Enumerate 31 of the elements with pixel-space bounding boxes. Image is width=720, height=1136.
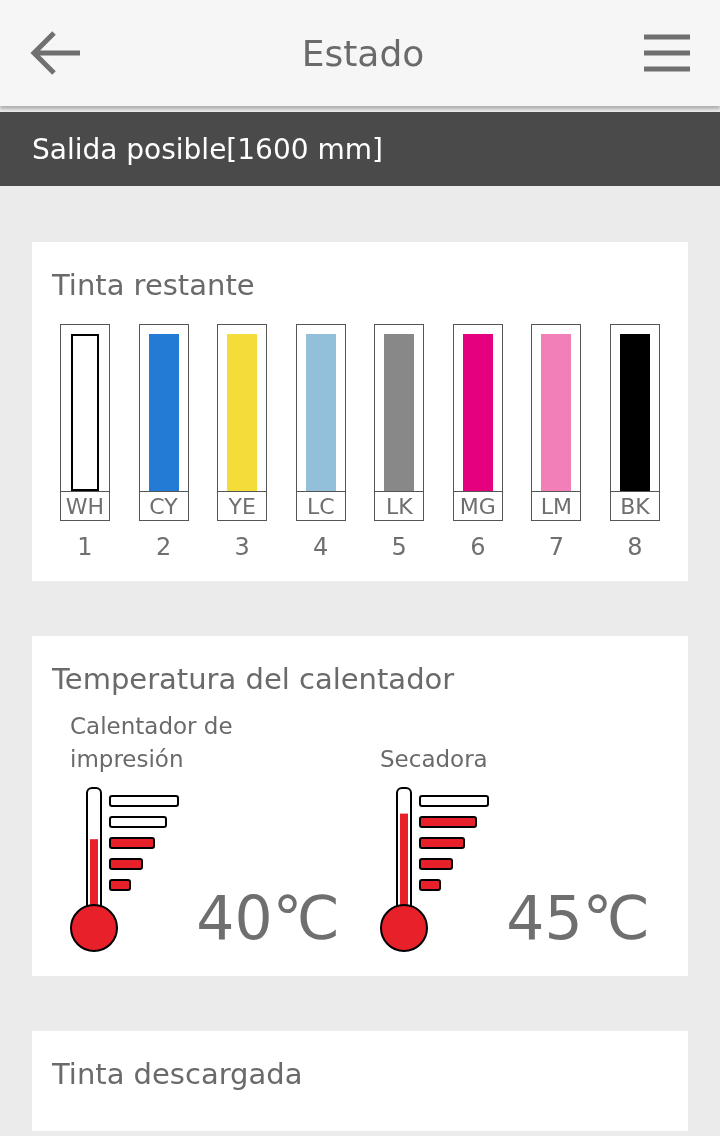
back-button[interactable] (30, 30, 82, 76)
menu-button[interactable] (644, 33, 690, 73)
slot-number: 3 (234, 533, 250, 561)
slot-number: 5 (391, 533, 407, 561)
card-title: Temperatura del calentador (52, 662, 456, 696)
slot-number: 7 (548, 533, 564, 561)
ink-code: YE (218, 491, 267, 520)
slot-number: 1 (77, 533, 93, 561)
card-title: Tinta descargada (52, 1057, 304, 1091)
slot-number: 4 (313, 533, 329, 561)
slot-number: 2 (155, 533, 172, 561)
ink-code: BK (610, 491, 659, 520)
card-title: Tinta restante (52, 268, 256, 302)
thermometer-icon (70, 784, 180, 954)
ink-code: LK (375, 491, 424, 520)
thermometer-icon (380, 784, 490, 954)
screen-title: Estado (301, 32, 425, 74)
temperature-reading: 45℃ (506, 888, 650, 948)
temperature-reading: 40℃ (196, 888, 340, 948)
slot-number: 8 (627, 533, 643, 561)
back-arrow-icon (30, 30, 82, 76)
slot-number: 6 (470, 533, 486, 561)
output-length-text: Salida posible[1600 mm] (32, 132, 383, 166)
ink-code: MG (453, 491, 502, 520)
menu-icon (644, 33, 690, 73)
ink-code: LM (532, 491, 581, 520)
heater-name: Calentador de impresión (70, 712, 234, 774)
heater-name: Secadora (380, 745, 489, 774)
ink-code: CY (139, 491, 188, 520)
ink-code: WH (61, 491, 109, 520)
ink-code: LC (296, 491, 345, 520)
